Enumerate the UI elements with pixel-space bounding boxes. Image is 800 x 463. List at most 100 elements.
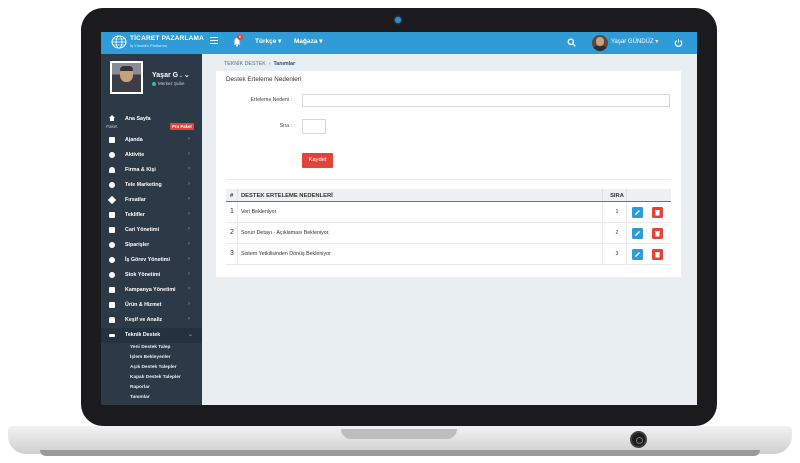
sidebar-item-label: Keşif ve Analiz — [125, 317, 163, 323]
chevron-right-icon: › — [188, 286, 190, 292]
branch-label: Merkez Şube — [158, 81, 185, 86]
chevron-right-icon: › — [188, 151, 190, 157]
column-header-sira: SIRA — [610, 193, 624, 199]
camera-dot — [395, 17, 401, 23]
chevron-right-icon: › — [188, 241, 190, 247]
row-sira: 1 — [615, 209, 619, 215]
chevron-right-icon: › — [188, 256, 190, 262]
delete-button[interactable] — [652, 207, 663, 218]
sidebar-item-label: Stok Yönetimi — [125, 272, 161, 278]
laptop-mockup: TİCARET PAZARLAMA İş Yönetim Platformu 6… — [0, 0, 800, 463]
chevron-right-icon: › — [188, 181, 190, 187]
globe-logo-icon — [111, 35, 127, 49]
profile-name[interactable]: Yaşar G . ⌄ — [152, 71, 190, 79]
table-header: # DESTEK ERTELEME NEDENLERİ SIRA — [226, 189, 671, 202]
package-badge: Pro Paket — [170, 123, 194, 130]
sidebar-item-tele-marketing[interactable]: Tele Marketing › — [101, 178, 202, 193]
home-icon — [109, 115, 115, 121]
user-icon — [109, 167, 115, 173]
sidebar-item-kampanya[interactable]: Kampanya Yönetimi › — [101, 283, 202, 298]
divider — [226, 179, 671, 180]
sidebar: Yaşar G . ⌄ Merkez Şube Ana Sayfa Paket … — [101, 54, 202, 405]
breadcrumb: TEKNİK DESTEK › Tanımlar — [224, 61, 295, 67]
delete-button[interactable] — [652, 228, 663, 239]
user-avatar[interactable] — [592, 35, 608, 51]
row-number: 3 — [230, 250, 234, 257]
sidebar-item-ajanda[interactable]: Ajanda › — [101, 133, 202, 148]
chevron-right-icon: › — [188, 301, 190, 307]
table-row: 3 Sistem Yetkilisinden Dönüş Bekleniyor … — [226, 244, 671, 265]
sidebar-item-kesif[interactable]: Keşif ve Analiz › — [101, 313, 202, 328]
table-row: 1 Veri Bekleniyor 1 — [226, 202, 671, 223]
language-dropdown[interactable]: Türkçe ▾ — [255, 37, 281, 45]
menu-toggle-icon[interactable] — [210, 37, 218, 45]
table-row: 2 Sorun Detayı - Açıklaması Bekleniyor. … — [226, 223, 671, 244]
sidebar-item-aktivite[interactable]: Aktivite › — [101, 148, 202, 163]
sidebar-item-teklifler[interactable]: Teklifler › — [101, 208, 202, 223]
headset-icon — [109, 182, 115, 188]
sidebar-item-teknik-destek[interactable]: Teknik Destek ⌄ — [101, 328, 202, 343]
order-label: Sıra : — [279, 123, 292, 129]
laptop-notch — [341, 429, 457, 439]
sidebar-item-label: Ana Sayfa — [125, 116, 151, 122]
page-title: Destek Erteleme Nedenleri — [226, 76, 302, 83]
row-sira: 2 — [615, 230, 619, 236]
reason-input[interactable] — [302, 94, 670, 107]
sidebar-item-label: Teklifler — [125, 212, 145, 218]
history-icon — [109, 152, 115, 158]
chevron-right-icon: › — [188, 166, 190, 172]
submenu-item-pending[interactable]: İşlem Bekleyenler — [101, 353, 202, 363]
row-name: Sorun Detayı - Açıklaması Bekleniyor. — [241, 230, 330, 236]
edit-button[interactable] — [632, 228, 643, 239]
edit-button[interactable] — [632, 249, 643, 260]
document-icon — [109, 212, 115, 218]
breadcrumb-parent[interactable]: TEKNİK DESTEK — [224, 61, 266, 67]
breadcrumb-current: Tanımlar — [273, 61, 296, 67]
sidebar-item-label: Firma & Kişi — [125, 167, 156, 173]
sidebar-item-label: Aktivite — [125, 152, 145, 158]
sidebar-item-home[interactable]: Ana Sayfa Paket Pro Paket — [101, 111, 202, 133]
sidebar-item-urun[interactable]: Ürün & Hizmet › — [101, 298, 202, 313]
reason-label: Erteleme Nedeni : — [250, 97, 292, 103]
car-icon — [109, 317, 115, 323]
breadcrumb-separator: › — [268, 61, 271, 67]
sidebar-item-firsatlar[interactable]: Fırsatlar › — [101, 193, 202, 208]
submenu-item-open-tickets[interactable]: Açık Destek Talepler — [101, 363, 202, 373]
submenu-item-reports[interactable]: Raporlar — [101, 383, 202, 393]
logo-subtitle: İş Yönetim Platformu — [130, 43, 168, 48]
sidebar-item-siparisler[interactable]: Siparişler › — [101, 238, 202, 253]
edit-button[interactable] — [632, 207, 643, 218]
delete-button[interactable] — [652, 249, 663, 260]
sidebar-item-stok[interactable]: Stok Yönetimi › — [101, 268, 202, 283]
plane-icon — [109, 334, 115, 337]
profile-card: Yaşar G . ⌄ Merkez Şube — [101, 54, 202, 106]
profile-avatar[interactable] — [110, 61, 143, 94]
sidebar-item-label: Ajanda — [125, 137, 143, 143]
sidebar-item-is-gorev[interactable]: İş Görev Yönetimi › — [101, 253, 202, 268]
submenu-item-closed-tickets[interactable]: Kapalı Destek Talepler — [101, 373, 202, 383]
chevron-right-icon: › — [188, 211, 190, 217]
sidebar-item-label: Siparişler — [125, 242, 150, 248]
save-button[interactable]: Kaydet — [302, 153, 333, 168]
order-input[interactable] — [302, 119, 326, 134]
sidebar-item-cari[interactable]: Cari Yönetimi › — [101, 223, 202, 238]
sidebar-item-label: İş Görev Yönetimi — [125, 257, 170, 263]
column-header-name: DESTEK ERTELEME NEDENLERİ — [241, 193, 333, 199]
chevron-right-icon: › — [188, 226, 190, 232]
chevron-right-icon: › — [188, 196, 190, 202]
submenu-item-definitions[interactable]: Tanımlar — [101, 393, 202, 403]
row-number: 2 — [230, 229, 234, 236]
submenu-item-new-ticket[interactable]: Yeni Destek Talep — [101, 343, 202, 353]
power-icon[interactable] — [674, 38, 683, 47]
sidebar-item-firma[interactable]: Firma & Kişi › — [101, 163, 202, 178]
app-logo[interactable]: TİCARET PAZARLAMA İş Yönetim Platformu — [111, 35, 204, 49]
store-dropdown[interactable]: Mağaza ▾ — [294, 37, 323, 45]
sidebar-item-label: Cari Yönetimi — [125, 227, 160, 233]
search-icon[interactable] — [567, 38, 576, 47]
home-button — [630, 431, 647, 448]
column-header-no: # — [230, 193, 234, 199]
user-menu[interactable]: Yaşar GÜNDÜZ ▾ — [611, 38, 658, 45]
settings-icon — [109, 272, 115, 278]
tag-icon — [109, 287, 115, 293]
top-bar: TİCARET PAZARLAMA İş Yönetim Platformu 6… — [101, 32, 697, 54]
